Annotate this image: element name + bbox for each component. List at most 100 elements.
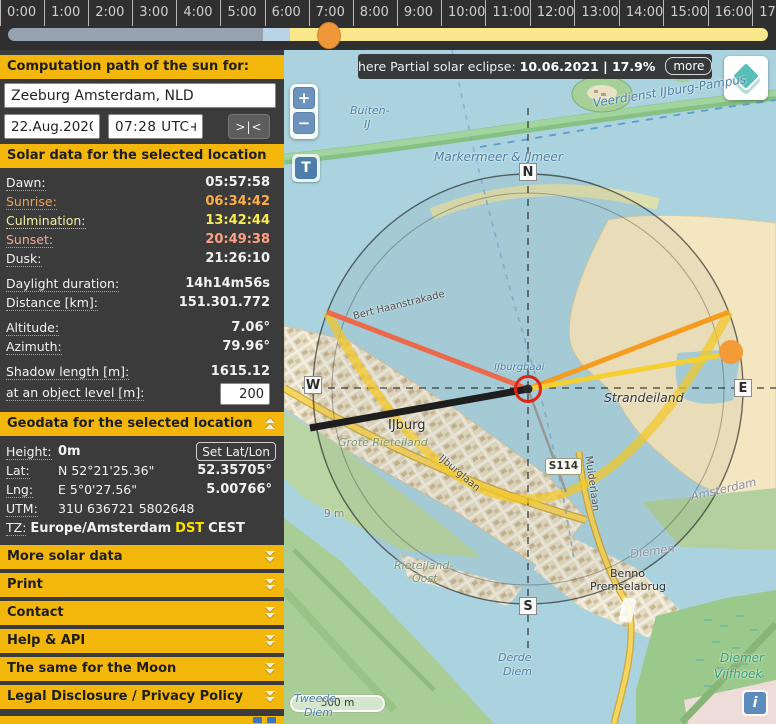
map-label: Benno [610,567,645,580]
height-label[interactable]: Height: [6,444,52,460]
compass-south: S [519,597,537,615]
t-button[interactable]: T [295,157,317,179]
accordion-menu: More solar data Print Contact Help & API The… [0,545,284,709]
eclipse-info-bar: here Partial solar eclipse: 10.06.2021 |… [358,54,712,79]
hour-cell[interactable]: 15:00 [663,0,707,26]
solar-row-label[interactable]: Shadow length [m]: [6,364,129,380]
eclipse-more-button[interactable]: more [665,57,712,75]
footer-icon[interactable] [267,717,276,723]
reset-now-button[interactable]: >|< [228,114,270,139]
height-row: Height: 0m Set Lat/Lon [0,442,284,461]
solar-row-label[interactable]: Distance [km]: [6,295,98,311]
collapse-icon[interactable] [265,417,275,430]
map-label: Diem [304,706,333,719]
solar-row: Dawn:05:57:58 [0,173,284,192]
solar-row-label[interactable]: Dawn: [6,175,46,191]
hour-cell[interactable]: 12:00 [530,0,574,26]
info-control: i [742,690,768,716]
terrain-control: T [292,154,320,182]
utm-label[interactable]: UTM: [6,501,38,517]
hour-cell[interactable]: 9:00 [397,0,441,26]
compass-north: N [519,163,537,181]
expand-icon [265,550,275,563]
accordion-item-label: More solar data [7,549,123,564]
solar-row: Shadow length [m]: 1615.12 [0,362,284,381]
lat-deg: 52.35705° [197,461,272,480]
solar-data-header: Solar data for the selected location [0,144,284,168]
hour-cell[interactable]: 16:00 [708,0,752,26]
solar-row-label[interactable]: at an object level [m]: [6,385,144,401]
expand-icon [265,606,275,619]
hour-cell[interactable]: 6:00 [265,0,309,26]
solar-row-label[interactable]: Culmination: [6,213,86,229]
accordion-item[interactable]: Print [0,573,284,597]
solar-row-value: 21:26:10 [205,249,270,268]
solar-row-value: 151.301.772 [179,293,270,312]
hour-cell[interactable]: 1:00 [44,0,88,26]
solar-row: Distance [km]: 151.301.772 [0,293,284,312]
time-slider-handle[interactable] [317,22,341,49]
solar-row-label[interactable]: Azimuth: [6,339,62,355]
hour-cell[interactable]: 10:00 [441,0,485,26]
eclipse-value: 10.06.2021 | 17.9% [520,59,656,74]
solar-row-value: 06:34:42 [205,192,270,211]
hour-cell[interactable]: 11:00 [485,0,529,26]
tz-value: Europe/Amsterdam [30,521,171,536]
hour-cell[interactable]: 5:00 [220,0,264,26]
panel-title-text: Computation path of the sun for: [7,59,249,74]
hour-cell[interactable]: 8:00 [353,0,397,26]
road-badge: S114 [545,458,582,475]
solar-row-value: 20:49:38 [205,230,270,249]
time-slider-track[interactable] [8,28,768,41]
timeline[interactable]: 0:001:002:003:004:005:006:007:008:009:00… [0,0,776,50]
info-button[interactable]: i [744,692,766,714]
hour-cell[interactable]: 2:00 [88,0,132,26]
sun-marker[interactable] [719,340,743,364]
accordion-item[interactable]: Contact [0,601,284,625]
lat-label[interactable]: Lat: [6,463,30,479]
hour-cell[interactable]: 14:00 [619,0,663,26]
solar-row-label[interactable]: Dusk: [6,251,42,267]
hour-cell[interactable]: 0:00 [0,0,44,26]
footer-icon[interactable] [253,717,262,723]
object-level-input[interactable] [220,383,270,405]
time-input[interactable] [108,114,203,139]
bottom-partial-bar [0,716,284,724]
solar-row: Azimuth:79.96° [0,337,284,356]
date-input[interactable] [4,114,100,139]
track-night-segment [8,28,263,41]
accordion-item[interactable]: Legal Disclosure / Privacy Policy [0,685,284,709]
location-input[interactable] [4,83,276,108]
hour-cell[interactable]: 13:00 [574,0,618,26]
solar-row: Sunrise: 06:34:42 [0,192,284,211]
map-label: Oost [412,572,437,585]
solar-row-value: 1615.12 [211,362,270,381]
accordion-item[interactable]: The same for the Moon [0,657,284,681]
solar-row-label[interactable]: Daylight duration: [6,276,119,292]
hour-cell[interactable]: 17:00 [752,0,776,26]
geodata-header[interactable]: Geodata for the selected location [0,412,284,436]
accordion-item[interactable]: More solar data [0,545,284,569]
lng-label[interactable]: Lng: [6,482,33,498]
track-twilight-segment [263,28,290,41]
expand-icon [265,634,275,647]
solar-row-value: 7.06° [231,318,270,337]
hour-cell[interactable]: 3:00 [132,0,176,26]
accordion-item[interactable]: Help & API [0,629,284,653]
utm-row: UTM: 31U 636721 5802648 [0,499,284,518]
utm-value: 31U 636721 5802648 [58,499,194,518]
zoom-in-button[interactable]: + [293,87,315,109]
map-viewport[interactable]: here Partial solar eclipse: 10.06.2021 |… [284,50,776,724]
solar-row-label[interactable]: Sunset: [6,232,53,248]
map-label: Diem [503,665,532,678]
accordion-item-label: Contact [7,605,64,620]
solar-row-label[interactable]: Sunrise: [6,194,57,210]
expand-icon [265,578,275,591]
track-day-segment [290,28,768,41]
accordion-item-label: Help & API [7,633,85,648]
solar-row-label[interactable]: Altitude: [6,320,59,336]
tz-label[interactable]: TZ: [6,520,26,536]
hour-cell[interactable]: 4:00 [176,0,220,26]
zoom-out-button[interactable]: − [293,112,315,134]
set-latlon-button[interactable]: Set Lat/Lon [196,442,276,461]
